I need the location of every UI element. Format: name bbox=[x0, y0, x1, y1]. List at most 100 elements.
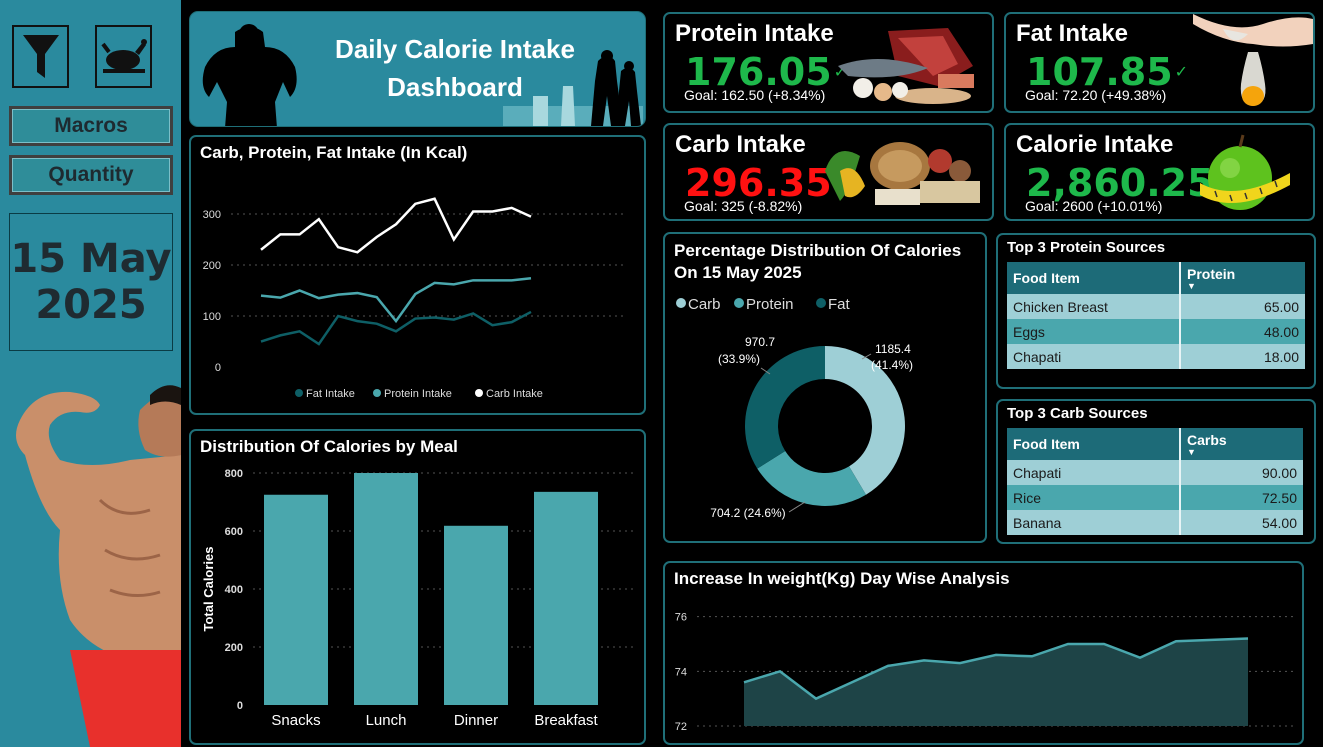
area-fill bbox=[744, 638, 1248, 726]
bodybuilder-image bbox=[16, 385, 181, 747]
dashboard-title-line1: Daily Calorie Intake bbox=[335, 34, 575, 64]
slice-label: 1185.4 bbox=[875, 342, 911, 356]
x-tick-label: Lunch bbox=[366, 712, 407, 729]
table-cell: 72.50 bbox=[1180, 485, 1303, 510]
calorie-kpi-card: Calorie Intake 2,860.25✓ Goal: 2600 (+10… bbox=[1004, 123, 1315, 221]
filter-icon bbox=[22, 34, 59, 78]
table-row[interactable]: Chapati 90.00 bbox=[1007, 460, 1303, 485]
date-day: 15 May bbox=[10, 236, 172, 282]
protein-kpi-goal: Goal: 162.50 (+8.34%) bbox=[684, 87, 826, 103]
carb-foods-icon bbox=[825, 142, 980, 205]
series-line bbox=[260, 197, 532, 254]
y-tick-label: 100 bbox=[203, 311, 221, 323]
table-cell: Chapati bbox=[1007, 460, 1181, 485]
table-row[interactable]: Eggs 48.00 bbox=[1007, 319, 1305, 344]
protein-col-food[interactable]: Food Item bbox=[1007, 262, 1181, 294]
carb-table-header: Food Item Carbs ▼ bbox=[1007, 428, 1303, 460]
legend-label: Protein Intake bbox=[384, 388, 452, 400]
table-cell: 54.00 bbox=[1180, 510, 1303, 535]
food-button[interactable] bbox=[95, 25, 152, 88]
y-tick-label: 200 bbox=[203, 260, 221, 272]
carb-table-title: Top 3 Carb Sources bbox=[1007, 405, 1148, 422]
y-axis-label: Total Calories bbox=[201, 546, 216, 631]
legend-marker bbox=[373, 389, 381, 397]
filter-button[interactable] bbox=[12, 25, 69, 88]
top-protein-sources-table: Top 3 Protein Sources Food Item Protein ▼… bbox=[996, 233, 1316, 389]
protein-col-label: Protein bbox=[1187, 266, 1236, 282]
sort-desc-icon[interactable]: ▼ bbox=[1187, 448, 1297, 457]
x-tick-label: Breakfast bbox=[534, 712, 598, 729]
fat-kpi-label: Fat Intake bbox=[1016, 20, 1129, 47]
bar bbox=[354, 473, 418, 705]
y-tick-label: 400 bbox=[225, 584, 243, 596]
quantity-button[interactable]: Quantity bbox=[9, 155, 173, 195]
sidebar: Macros Quantity 15 May 2025 bbox=[0, 0, 181, 747]
dashboard-title-line2: Dashboard bbox=[387, 72, 523, 102]
bodybuilder-silhouette-icon bbox=[202, 24, 297, 126]
carb-kpi-label: Carb Intake bbox=[675, 131, 806, 158]
meal-calories-bar-chart: Distribution Of Calories by Meal 0 200 400… bbox=[189, 429, 646, 745]
slice-label: 970.7 bbox=[745, 335, 775, 349]
bar bbox=[444, 525, 508, 705]
table-cell: 90.00 bbox=[1180, 460, 1303, 485]
meal-bar-svg: 0 200 400 600 800 Total Calories Snacks Lunch Di… bbox=[201, 468, 636, 729]
table-cell: 48.00 bbox=[1180, 319, 1305, 344]
leader-line bbox=[788, 501, 806, 513]
macros-button[interactable]: Macros bbox=[9, 106, 173, 146]
protein-table-header: Food Item Protein ▼ bbox=[1007, 262, 1305, 294]
donut-svg: Carb Protein Fat 1185.4 (41.4%) 970.7 (33.9%) 7… bbox=[676, 296, 913, 520]
table-cell: Chapati bbox=[1007, 344, 1181, 369]
series-line bbox=[260, 310, 532, 346]
carb-kpi-goal: Goal: 325 (-8.82%) bbox=[684, 198, 803, 214]
sort-desc-icon[interactable]: ▼ bbox=[1187, 282, 1299, 291]
fat-kpi-goal: Goal: 72.20 (+49.38%) bbox=[1025, 87, 1167, 103]
table-cell: Banana bbox=[1007, 510, 1181, 535]
y-tick-label: 200 bbox=[225, 642, 243, 654]
top-carb-sources-table: Top 3 Carb Sources Food Item Carbs ▼ Chap… bbox=[996, 399, 1316, 544]
legend-label: Protein bbox=[746, 296, 794, 313]
carb-col-label: Carbs bbox=[1187, 432, 1227, 448]
y-tick-label: 800 bbox=[225, 468, 243, 480]
protein-foods-icon bbox=[838, 28, 974, 104]
carb-table: Food Item Carbs ▼ Chapati 90.00 Rice 72.50 … bbox=[1007, 428, 1303, 535]
bar bbox=[534, 491, 598, 705]
y-tick-label: 600 bbox=[225, 526, 243, 538]
legend-label: Fat Intake bbox=[306, 388, 355, 400]
legend-label: Carb bbox=[688, 296, 721, 313]
dashboard-title: Daily Calorie Intake Dashboard bbox=[290, 30, 620, 106]
table-row[interactable]: Banana 54.00 bbox=[1007, 510, 1303, 535]
legend-marker bbox=[734, 298, 744, 308]
y-tick-label: 0 bbox=[215, 362, 221, 374]
slice-label: 704.2 (24.6%) bbox=[710, 506, 785, 520]
table-row[interactable]: Chapati 18.00 bbox=[1007, 344, 1305, 369]
y-tick-label: 300 bbox=[203, 209, 221, 221]
table-cell: 18.00 bbox=[1180, 344, 1305, 369]
legend-marker bbox=[676, 298, 686, 308]
protein-table-title: Top 3 Protein Sources bbox=[1007, 239, 1166, 256]
protein-kpi-card: Protein Intake 176.05 ✓ Goal: 162.50 (+8.… bbox=[663, 12, 994, 113]
bar bbox=[264, 494, 328, 705]
legend-marker bbox=[295, 389, 303, 397]
weight-area-svg: 72 74 76 bbox=[675, 612, 1295, 733]
carb-col-food[interactable]: Food Item bbox=[1007, 428, 1181, 460]
slice-label: (41.4%) bbox=[871, 358, 913, 372]
legend-marker bbox=[816, 298, 826, 308]
x-tick-label: Dinner bbox=[454, 712, 498, 729]
macro-line-svg: 0 100 200 300 Fat Intake Protein Intake Carb I… bbox=[203, 197, 624, 400]
carb-col-carbs[interactable]: Carbs ▼ bbox=[1180, 428, 1303, 460]
table-row[interactable]: Chicken Breast 65.00 bbox=[1007, 294, 1305, 319]
macro-intake-line-chart: Carb, Protein, Fat Intake (In Kcal) 0 100… bbox=[189, 135, 646, 415]
weight-increase-area-chart: Increase In weight(Kg) Day Wise Analysis… bbox=[663, 561, 1304, 745]
table-cell: Rice bbox=[1007, 485, 1181, 510]
y-tick-label: 76 bbox=[675, 612, 687, 624]
y-tick-label: 0 bbox=[237, 700, 243, 712]
series-line bbox=[260, 277, 532, 324]
protein-col-protein[interactable]: Protein ▼ bbox=[1180, 262, 1305, 294]
apple-measuring-tape-icon bbox=[1200, 134, 1290, 210]
slice-label: (33.9%) bbox=[718, 352, 760, 366]
calorie-kpi-label: Calorie Intake bbox=[1016, 131, 1174, 158]
table-row[interactable]: Rice 72.50 bbox=[1007, 485, 1303, 510]
x-tick-label: Snacks bbox=[271, 712, 320, 729]
donut-slice bbox=[757, 451, 866, 506]
calorie-distribution-donut-chart: Percentage Distribution Of Calories On 1… bbox=[663, 232, 987, 543]
